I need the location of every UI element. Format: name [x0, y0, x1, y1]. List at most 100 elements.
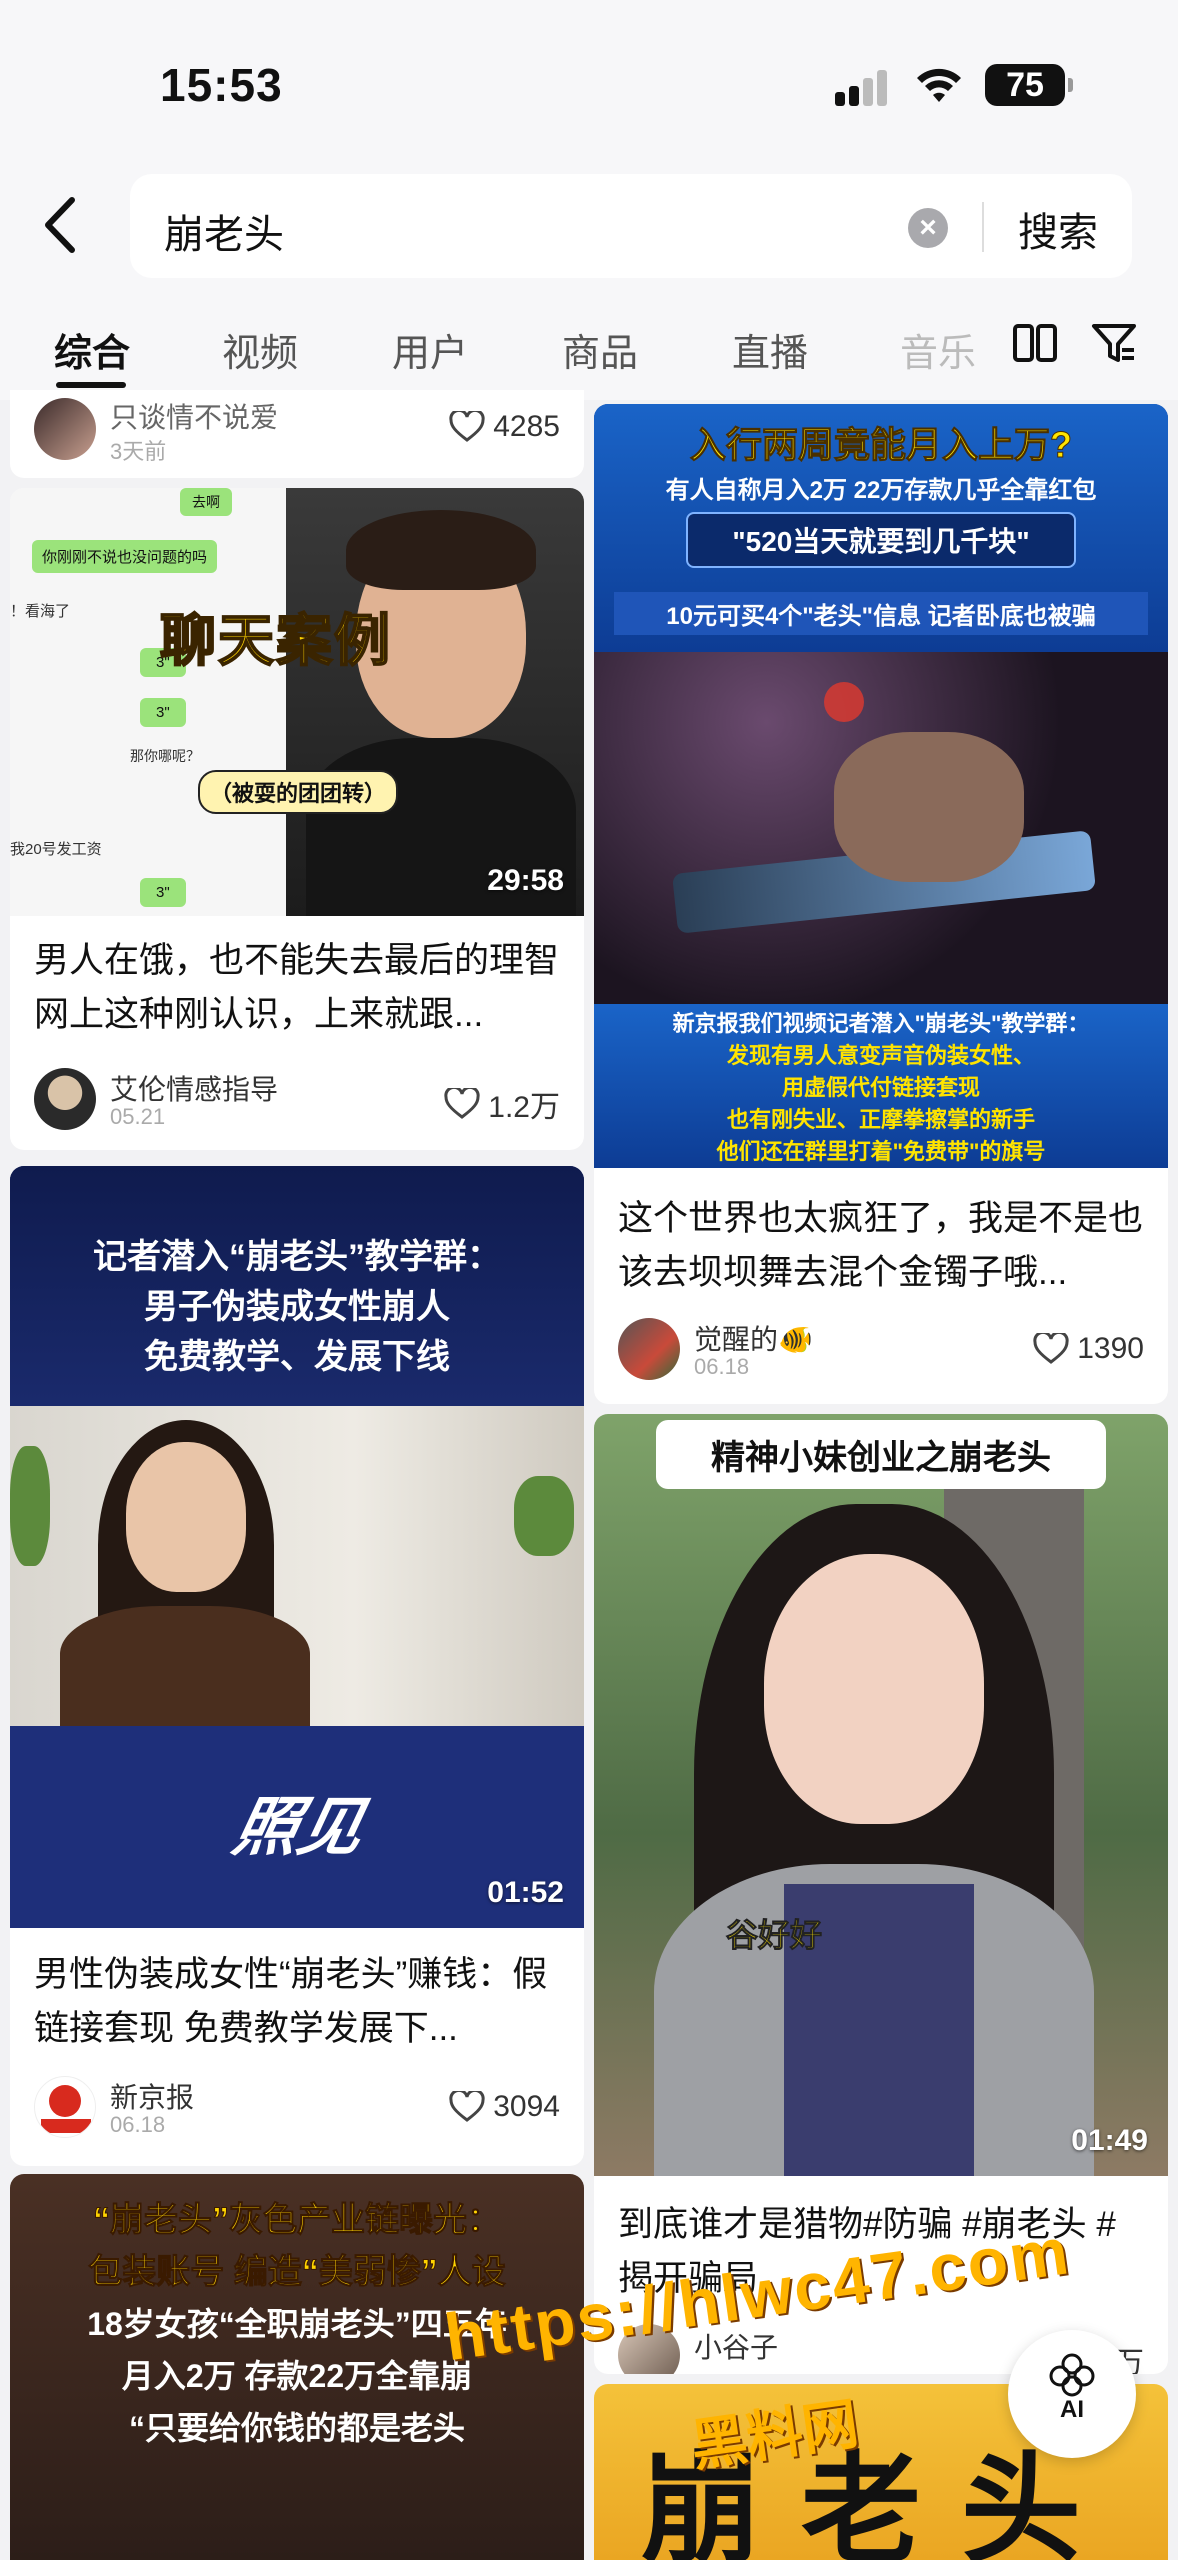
xinjingbao-logo-base: [41, 2119, 91, 2133]
video-thumbnail[interactable]: 去啊 你刚刚不说也没问题的吗 ！看海了 3" 3" 那你哪呢？ 我20号发工资 …: [10, 488, 584, 916]
video-title[interactable]: 这个世界也太疯狂了，我是不是也该去坝坝舞去混个金镯子哦...: [618, 1192, 1148, 1300]
like-count: 3094: [493, 2090, 560, 2123]
video-card[interactable]: 只谈情不说爱 3天前 4285: [10, 390, 584, 478]
thumbnail-subcaption: （被耍的团团转）: [198, 770, 399, 814]
post-date: 3天前: [110, 439, 167, 464]
post-date: 05.21: [110, 1104, 166, 1129]
author-avatar[interactable]: [618, 1318, 680, 1380]
thumbnail-caption-line: 他们还在群里打着"免费带"的旗号: [716, 1139, 1046, 1164]
chat-screenshot: 去啊 你刚刚不说也没问题的吗 ！看海了 3" 3" 那你哪呢？ 我20号发工资 …: [10, 488, 286, 916]
post-date: 06.18: [110, 2112, 166, 2137]
video-card[interactable]: 精神小妹创业之崩老头 谷好好 01:49 到底谁才是猎物#防骗 #崩老头 #揭开…: [594, 1414, 1168, 2374]
like-button[interactable]: 4285: [449, 410, 560, 444]
status-bar: 15:53 75: [0, 0, 1178, 160]
video-card[interactable]: 去啊 你刚刚不说也没问题的吗 ！看海了 3" 3" 那你哪呢？ 我20号发工资 …: [10, 488, 584, 1150]
video-thumbnail[interactable]: 精神小妹创业之崩老头 谷好好 01:49: [594, 1414, 1168, 2176]
chat-bubble: 你刚刚不说也没问题的吗: [32, 540, 218, 573]
girl-face: [764, 1554, 984, 1824]
plant: [10, 1446, 50, 1566]
search-button[interactable]: 搜索: [1018, 200, 1098, 258]
thumbnail-headline-line: 男子伪装成女性崩人: [144, 1288, 450, 1326]
thumbnail-caption: 聊天案例: [159, 608, 392, 673]
xinjingbao-logo: [49, 2085, 81, 2117]
ai-button-label: AI: [1060, 2396, 1084, 2423]
voice-bubble: 3": [140, 698, 186, 727]
video-card[interactable]: 入行两周竟能月入上万? 有人自称月入2万 22万存款几乎全靠红包 "520当天就…: [594, 404, 1168, 1404]
video-duration: 01:52: [487, 1876, 564, 1909]
author-avatar[interactable]: [34, 398, 96, 460]
search-results-page: 15:53 75 崩老头 × 搜索 综合 视频 用户 商品 直播 音乐 只谈情不…: [0, 0, 1178, 2560]
like-button[interactable]: 1.2万: [444, 1082, 560, 1126]
result-tabs: 综合 视频 用户 商品 直播 音乐: [0, 290, 1178, 400]
post-date: 06.18: [694, 1354, 750, 1379]
thumbnail-headline-line: “只要给你钱的都是老头: [128, 2410, 465, 2446]
tab-music[interactable]: 音乐: [900, 322, 976, 377]
video-title[interactable]: 男人在饿，也不能失去最后的理智 网上这种刚认识，上来就跟...: [34, 934, 564, 1042]
ai-assistant-button[interactable]: AI: [1008, 2330, 1136, 2458]
status-time: 15:53: [160, 59, 283, 111]
author-name[interactable]: 觉醒的🐠: [694, 1318, 813, 1358]
search-query-text[interactable]: 崩老头: [164, 202, 284, 260]
thumbnail-headline-line: 有人自称月入2万 22万存款几乎全靠红包: [665, 477, 1097, 504]
video-thumbnail[interactable]: 入行两周竟能月入上万? 有人自称月入2万 22万存款几乎全靠红包 "520当天就…: [594, 404, 1168, 1168]
tab-users[interactable]: 用户: [392, 322, 468, 377]
author-avatar[interactable]: [34, 1068, 96, 1130]
grid-layout-icon[interactable]: [1012, 320, 1058, 366]
thumbnail-quote: "520当天就要到几千块": [686, 512, 1076, 568]
like-button[interactable]: 3094: [449, 2090, 560, 2124]
woman-jacket: [60, 1606, 310, 1726]
like-button[interactable]: 1390: [1033, 1332, 1144, 1366]
chat-bubble: 去啊: [180, 488, 232, 516]
program-logo: 照见: [227, 1791, 371, 1863]
heart-icon: [444, 1088, 480, 1119]
cellular-signal-icon: [835, 70, 891, 106]
tab-comprehensive[interactable]: 综合: [54, 322, 130, 377]
tab-live[interactable]: 直播: [732, 322, 808, 377]
presenter-image: [286, 488, 584, 916]
thumbnail-headline-line: 入行两周竟能月入上万?: [690, 424, 1073, 466]
back-arrow-icon[interactable]: [30, 190, 90, 260]
video-title[interactable]: 男性伪装成女性“崩老头”赚钱：假链接套现 免费教学发展下...: [34, 1948, 564, 2056]
thumbnail-headline-line: 免费教学、发展下线: [144, 1338, 450, 1376]
thumbnail-caption-line: 新京报我们视频记者潜入"崩老头"教学群：: [672, 1011, 1090, 1036]
thumbnail-caption-line: 用虚假代付链接套现: [781, 1075, 980, 1100]
search-header: 崩老头 × 搜索: [0, 160, 1178, 290]
tab-products[interactable]: 商品: [562, 322, 638, 377]
bokeh-light: [824, 682, 864, 722]
battery-indicator: 75: [985, 64, 1073, 106]
video-duration: 29:58: [487, 864, 564, 897]
woman-face-front: [126, 1442, 246, 1592]
chat-side-text: ！看海了: [10, 603, 71, 620]
thumbnail-subcaption: 谷好好: [725, 1917, 823, 1954]
heart-icon: [449, 2091, 485, 2122]
clear-search-icon[interactable]: ×: [908, 208, 948, 248]
chat-side-text: 我20号发工资: [10, 841, 102, 858]
video-thumbnail[interactable]: 记者潜入“崩老头”教学群： 男子伪装成女性崩人 免费教学、发展下线 照见 01:…: [10, 1166, 584, 1928]
wifi-icon: [917, 68, 961, 102]
plant: [514, 1476, 574, 1556]
voice-bubble: 3": [140, 878, 186, 907]
author-name[interactable]: 艾伦情感指导: [110, 1068, 278, 1108]
video-duration: 01:49: [1071, 2124, 1148, 2157]
chat-line: 那你哪呢？: [130, 748, 200, 764]
hand: [834, 732, 1024, 882]
like-count: 1390: [1077, 1332, 1144, 1365]
author-name[interactable]: 新京报: [110, 2076, 194, 2116]
search-divider: [982, 202, 984, 252]
tab-video[interactable]: 视频: [222, 322, 298, 377]
thumbnail-headline-line: 记者潜入“崩老头”教学群：: [93, 1238, 501, 1276]
author-name[interactable]: 只谈情不说爱: [110, 396, 278, 436]
presenter-hair: [346, 510, 536, 590]
heart-icon: [449, 411, 485, 442]
phone-scene: [594, 652, 1168, 1004]
thumbnail-headline-line: 包装账号 编造“美弱惨”人设: [88, 2253, 506, 2292]
thumbnail-caption-line: 发现有男人意变声音伪装女性、: [726, 1043, 1035, 1068]
video-card[interactable]: 记者潜入“崩老头”教学群： 男子伪装成女性崩人 免费教学、发展下线 照见 01:…: [10, 1166, 584, 2166]
heart-icon: [1033, 1333, 1069, 1364]
filter-icon[interactable]: [1090, 320, 1138, 366]
office-scene: [10, 1406, 584, 1726]
thumbnail-headline: 精神小妹创业之崩老头: [656, 1420, 1106, 1489]
thumbnail-headline-line: 10元可买4个"老头"信息 记者卧底也被骗: [614, 592, 1148, 635]
author-avatar[interactable]: [34, 2076, 96, 2138]
search-input[interactable]: 崩老头 × 搜索: [130, 174, 1132, 278]
